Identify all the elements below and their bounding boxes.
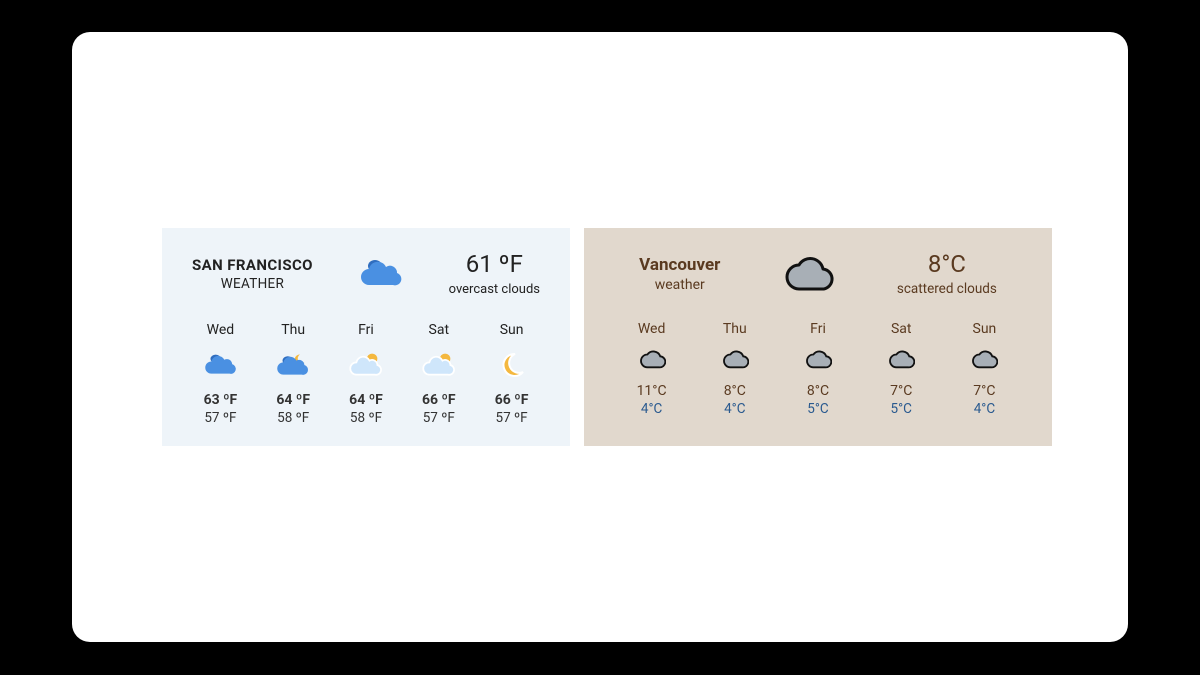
- vc-hi: 11°C: [610, 383, 693, 399]
- weather-widget-vancouver: Vancouver weather 8°C scattered clouds W…: [584, 228, 1052, 445]
- vc-hi: 7°C: [943, 383, 1026, 399]
- vc-day-col: Sun 7°C 4°C: [943, 321, 1026, 417]
- sf-day-col: Wed 63 ºF 57 ºF: [184, 322, 257, 426]
- sf-lo: 57 ºF: [184, 410, 257, 426]
- vc-hi: 7°C: [860, 383, 943, 399]
- vc-lo: 4°C: [693, 401, 776, 417]
- sf-lo: 57 ºF: [475, 410, 548, 426]
- vc-day-label: Fri: [776, 321, 859, 337]
- cloud-sun-icon: [330, 346, 403, 384]
- sf-hi: 66 ºF: [402, 392, 475, 408]
- sf-day-col: Thu 64 ºF 58 ºF: [257, 322, 330, 426]
- sf-day-label: Thu: [257, 322, 330, 338]
- cloud-icon: [776, 343, 859, 377]
- sf-lo: 58 ºF: [330, 410, 403, 426]
- sf-current-temp: 61 ºF: [449, 250, 540, 279]
- vc-hi: 8°C: [693, 383, 776, 399]
- vc-day-col: Thu 8°C 4°C: [693, 321, 776, 417]
- sf-hi: 64 ºF: [330, 392, 403, 408]
- widgets-row: SAN FRANCISCO WEATHER 61 ºF overcast clo…: [72, 228, 1128, 445]
- sf-day-label: Fri: [330, 322, 403, 338]
- sf-hi: 64 ºF: [257, 392, 330, 408]
- cloud-icon: [610, 343, 693, 377]
- vc-title: Vancouver weather: [639, 255, 720, 293]
- moon-icon: [475, 346, 548, 384]
- vc-city: Vancouver: [639, 255, 720, 275]
- cloud-moon-icon: [257, 346, 330, 384]
- sf-day-col: Fri 64 ºF 58 ºF: [330, 322, 403, 426]
- vc-forecast-row: Wed 11°C 4°C Thu 8°C 4°C Fri: [610, 321, 1026, 417]
- vc-subtitle: weather: [639, 277, 720, 293]
- cloud-icon: [943, 343, 1026, 377]
- sf-day-label: Wed: [184, 322, 257, 338]
- sf-forecast-row: Wed 63 ºF 57 ºF Thu: [184, 322, 548, 426]
- vc-day-col: Wed 11°C 4°C: [610, 321, 693, 417]
- sf-day-col: Sat 66 ºF 57 ºF: [402, 322, 475, 426]
- vc-day-col: Fri 8°C 5°C: [776, 321, 859, 417]
- vc-lo: 5°C: [860, 401, 943, 417]
- cloud-icon: [356, 257, 406, 291]
- vc-day-col: Sat 7°C 5°C: [860, 321, 943, 417]
- vc-day-label: Wed: [610, 321, 693, 337]
- vc-day-label: Thu: [693, 321, 776, 337]
- cloud-sun-icon: [402, 346, 475, 384]
- vc-day-label: Sun: [943, 321, 1026, 337]
- sf-subtitle: WEATHER: [192, 276, 313, 292]
- cloud-icon: [779, 253, 839, 295]
- vc-lo: 4°C: [610, 401, 693, 417]
- sf-current: 61 ºF overcast clouds: [449, 250, 540, 297]
- weather-widget-sf: SAN FRANCISCO WEATHER 61 ºF overcast clo…: [162, 228, 570, 445]
- vc-current-temp: 8°C: [897, 250, 997, 278]
- sf-header: SAN FRANCISCO WEATHER 61 ºF overcast clo…: [184, 250, 548, 311]
- sf-day-label: Sat: [402, 322, 475, 338]
- sf-day-col: Sun 66 ºF 57 ºF: [475, 322, 548, 426]
- sf-lo: 57 ºF: [402, 410, 475, 426]
- presentation-card: SAN FRANCISCO WEATHER 61 ºF overcast clo…: [72, 32, 1128, 642]
- sf-day-label: Sun: [475, 322, 548, 338]
- cloud-icon: [693, 343, 776, 377]
- vc-current-cond: scattered clouds: [897, 281, 997, 297]
- sf-title: SAN FRANCISCO WEATHER: [192, 256, 313, 292]
- cloud-icon: [184, 346, 257, 384]
- sf-hi: 66 ºF: [475, 392, 548, 408]
- vc-lo: 5°C: [776, 401, 859, 417]
- sf-hi: 63 ºF: [184, 392, 257, 408]
- sf-current-cond: overcast clouds: [449, 282, 540, 298]
- sf-lo: 58 ºF: [257, 410, 330, 426]
- sf-city: SAN FRANCISCO: [192, 256, 313, 274]
- cloud-icon: [860, 343, 943, 377]
- vc-current: 8°C scattered clouds: [897, 250, 997, 297]
- vc-header: Vancouver weather 8°C scattered clouds: [610, 250, 1026, 313]
- vc-hi: 8°C: [776, 383, 859, 399]
- vc-day-label: Sat: [860, 321, 943, 337]
- vc-lo: 4°C: [943, 401, 1026, 417]
